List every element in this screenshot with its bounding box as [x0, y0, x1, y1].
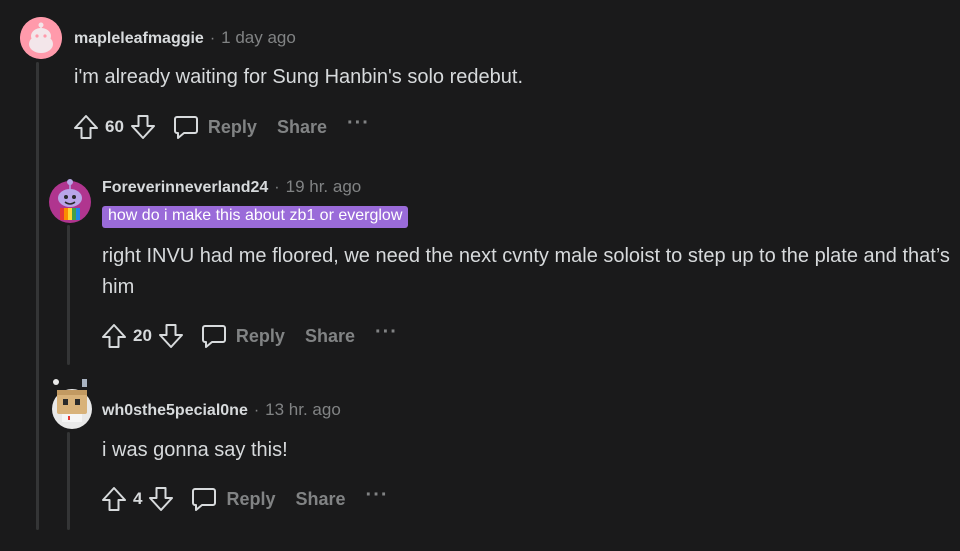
ellipsis-icon[interactable]: ···	[375, 322, 398, 350]
speech-bubble-icon	[173, 116, 198, 139]
snoo-avatar-icon	[52, 379, 92, 429]
share-button[interactable]: Share	[277, 117, 327, 138]
share-button[interactable]: Share	[296, 489, 346, 510]
share-button[interactable]: Share	[305, 326, 355, 347]
comment-body: i'm already waiting for Sung Hanbin's so…	[74, 66, 523, 88]
ellipsis-icon[interactable]: ···	[366, 485, 389, 513]
thread-line-root[interactable]	[36, 62, 39, 530]
comment-actions: 60 Reply Share ···	[69, 111, 370, 143]
arrow-up-icon	[74, 115, 98, 139]
meta-separator: ·	[253, 402, 260, 419]
username[interactable]: wh0sthe5pecial0ne	[102, 402, 248, 420]
timestamp[interactable]: 13 hr. ago	[265, 400, 341, 420]
speech-bubble-icon	[201, 325, 226, 348]
vote-count: 4	[133, 489, 143, 508]
snoo-avatar-icon	[49, 179, 91, 223]
reply-button[interactable]: Reply	[190, 485, 276, 513]
thread-line-reply-2[interactable]	[67, 432, 70, 530]
thread-line-reply-1[interactable]	[67, 225, 70, 365]
speech-bubble-icon	[192, 488, 217, 511]
reply-label: Reply	[207, 116, 257, 137]
vote-count: 20	[133, 326, 152, 345]
username[interactable]: Foreverinneverland24	[102, 179, 268, 197]
reply-button[interactable]: Reply	[172, 113, 257, 141]
timestamp[interactable]: 19 hr. ago	[286, 177, 362, 197]
arrow-up-icon	[102, 324, 126, 348]
reply-button[interactable]: Reply	[200, 322, 285, 350]
timestamp[interactable]: 1 day ago	[221, 28, 296, 48]
vote-count: 60	[105, 117, 124, 136]
comment-body: i was gonna say this!	[102, 439, 288, 461]
downvote-button[interactable]	[144, 483, 178, 515]
arrow-down-icon	[149, 487, 174, 511]
avatar[interactable]	[48, 178, 92, 224]
meta-separator: ·	[274, 179, 280, 196]
avatar[interactable]	[20, 17, 62, 59]
comment-actions: 4 Reply Share ···	[97, 483, 389, 515]
avatar[interactable]	[48, 376, 94, 430]
arrow-down-icon	[158, 324, 183, 348]
upvote-button[interactable]	[97, 320, 131, 352]
user-flair: how do i make this about zb1 or everglow	[102, 206, 409, 228]
downvote-button[interactable]	[126, 111, 160, 143]
meta-separator: ·	[209, 30, 216, 47]
comment-actions: 20 Reply Share ···	[97, 320, 398, 352]
snoo-avatar-icon	[20, 17, 62, 59]
comment-meta: mapleleafmaggie · 1 day ago	[74, 28, 296, 48]
username[interactable]: mapleleafmaggie	[74, 30, 204, 48]
reply-label: Reply	[226, 488, 276, 509]
downvote-button[interactable]	[154, 320, 188, 352]
ellipsis-icon[interactable]: ···	[347, 113, 370, 141]
reply-label: Reply	[235, 325, 285, 346]
upvote-button[interactable]	[97, 483, 131, 515]
comment-body: right INVU had me floored, we need the n…	[102, 245, 950, 298]
comment-meta: wh0sthe5pecial0ne · 13 hr. ago	[102, 400, 341, 420]
upvote-button[interactable]	[69, 111, 103, 143]
arrow-down-icon	[130, 115, 155, 139]
comment-meta: Foreverinneverland24 · 19 hr. ago	[102, 177, 361, 197]
arrow-up-icon	[102, 487, 126, 511]
